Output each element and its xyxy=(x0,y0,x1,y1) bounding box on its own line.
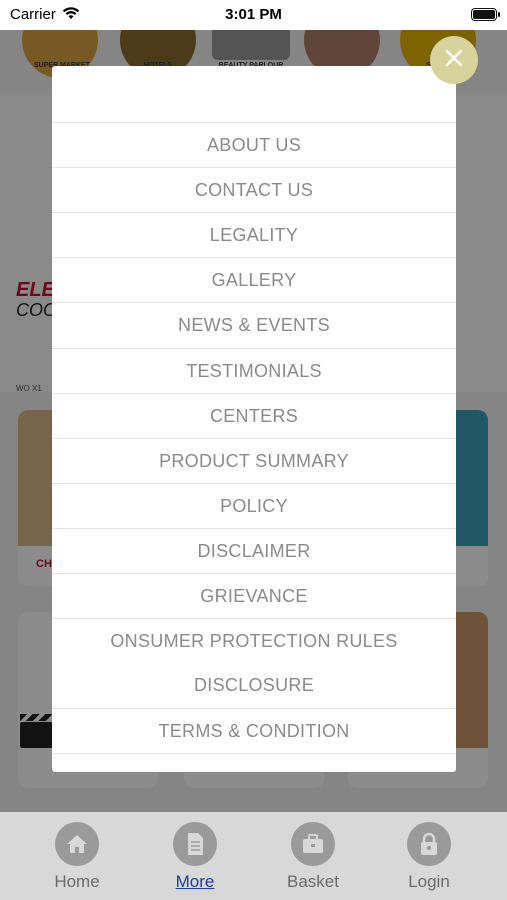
tab-home-label: Home xyxy=(54,872,100,891)
menu-item-terms-condition[interactable]: TERMS & CONDITION xyxy=(52,708,456,753)
menu-item-about-us[interactable]: ABOUT US xyxy=(52,122,456,167)
menu-item-grievance[interactable]: GRIEVANCE xyxy=(52,573,456,618)
menu-item-disclosure[interactable]: DISCLOSURE xyxy=(52,663,456,708)
close-button[interactable] xyxy=(430,36,478,84)
menu-item-centers[interactable]: CENTERS xyxy=(52,393,456,438)
close-icon xyxy=(445,49,463,72)
menu-item-consumer-protection-rules[interactable]: ONSUMER PROTECTION RULES xyxy=(52,618,456,663)
menu-item-disclaimer[interactable]: DISCLAIMER xyxy=(52,528,456,573)
home-icon xyxy=(55,822,99,866)
briefcase-icon xyxy=(291,822,335,866)
battery-icon xyxy=(471,8,500,21)
menu-divider xyxy=(52,753,456,772)
menu-item-news-events[interactable]: NEWS & EVENTS xyxy=(52,302,456,347)
document-icon xyxy=(173,822,217,866)
tab-basket[interactable]: Basket xyxy=(268,822,358,892)
menu-item-legality[interactable]: LEGALITY xyxy=(52,212,456,257)
tab-more[interactable]: More xyxy=(150,822,240,892)
lock-icon xyxy=(407,822,451,866)
bottom-tab-bar: Home More Basket Login xyxy=(0,812,507,900)
menu-item-testimonials[interactable]: TESTIMONIALS xyxy=(52,348,456,393)
more-menu-modal: ABOUT US CONTACT US LEGALITY GALLERY NEW… xyxy=(52,66,456,772)
tab-basket-label: Basket xyxy=(287,872,339,891)
menu-item-contact-us[interactable]: CONTACT US xyxy=(52,167,456,212)
tab-more-label: More xyxy=(175,872,215,891)
tab-login-label: Login xyxy=(408,872,450,891)
tab-login[interactable]: Login xyxy=(384,822,474,892)
menu-item-gallery[interactable]: GALLERY xyxy=(52,257,456,302)
menu-item-policy[interactable]: POLICY xyxy=(52,483,456,528)
clock: 3:01 PM xyxy=(225,6,282,23)
tab-home[interactable]: Home xyxy=(32,822,122,892)
status-bar: Carrier 3:01 PM xyxy=(0,0,507,30)
menu-item-product-summary[interactable]: PRODUCT SUMMARY xyxy=(52,438,456,483)
